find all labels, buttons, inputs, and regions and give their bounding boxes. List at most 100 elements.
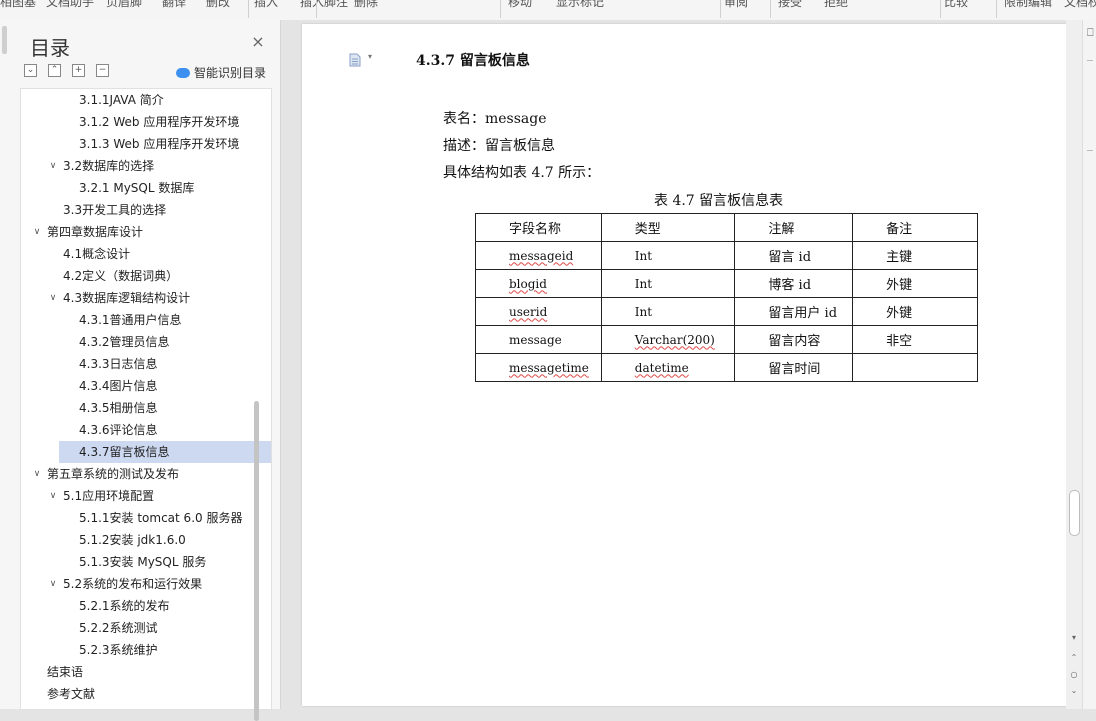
toolbar-item[interactable]: 文档权 [1064, 0, 1096, 10]
expand-all-icon[interactable]: ⌃ [48, 64, 61, 77]
next-page-icon[interactable]: ⌄ [1069, 686, 1079, 695]
chevron-down-icon[interactable]: ∨ [32, 463, 42, 485]
toolbar-item[interactable]: 移动 [508, 0, 532, 10]
nav-title: 目录 [30, 36, 70, 60]
toc-item-label: 5.2系统的发布和运行效果 [63, 577, 203, 591]
cell-text: messagetime [509, 360, 589, 375]
toc-item[interactable]: 5.2.3系统维护 [21, 639, 271, 661]
document-area: ▾ 4.3.7 留言板信息 表名：message 描述：留言板信息 具体结构如表… [281, 20, 1068, 709]
toc-item-label: 4.2定义（数据词典） [63, 269, 179, 283]
toc-item[interactable]: 参考文献 [21, 683, 271, 705]
toc-item-label: 4.3.7留言板信息 [79, 445, 170, 459]
toolbar-item[interactable]: 删除 [354, 0, 378, 10]
table-cell: 博客 id [734, 269, 854, 298]
toc-item-label: 5.2.2系统测试 [79, 621, 158, 635]
toolbar-item[interactable]: 相图基 [0, 0, 36, 10]
select-browse-icon[interactable]: ○ [1069, 670, 1079, 679]
toc-item-label: 4.1概念设计 [63, 247, 131, 261]
toolbar-item[interactable]: 翻译 [162, 0, 186, 10]
chevron-down-icon[interactable]: ∨ [32, 221, 42, 243]
toc-item[interactable]: 5.2.1系统的发布 [21, 595, 271, 617]
field-table: 字段名称 类型 注解 备注 messageid Int 留言 id 主键 blo… [475, 213, 978, 382]
toolbar-item[interactable]: 比较 [944, 0, 968, 10]
toc-item[interactable]: 5.1.3安装 MySQL 服务 [21, 551, 271, 573]
toc-item[interactable]: 4.3.5相册信息 [21, 397, 271, 419]
chevron-down-icon[interactable]: ∨ [48, 155, 58, 177]
toc-item[interactable]: 4.1概念设计 [21, 243, 271, 265]
remove-heading-icon[interactable]: − [96, 64, 109, 77]
toolbar-item[interactable]: 接受 [778, 0, 802, 10]
table-cell: Int [600, 297, 736, 326]
toc-item[interactable]: 3.2.1 MySQL 数据库 [21, 177, 271, 199]
toc-item[interactable]: ∨ 5.2系统的发布和运行效果 [21, 573, 271, 595]
toolbar-item[interactable]: 页眉脚 [106, 0, 142, 10]
toc-item-label: 3.2.1 MySQL 数据库 [79, 181, 195, 195]
toc-item[interactable]: 5.1.1安装 tomcat 6.0 服务器 [21, 507, 271, 529]
cell-text: datetime [634, 360, 689, 375]
table-cell: blogid [475, 269, 602, 298]
smart-toc-button[interactable]: 智能识别目录 [176, 64, 266, 81]
close-icon[interactable]: × [250, 34, 266, 50]
toolbar-item[interactable]: 文档助手 [46, 0, 94, 10]
document-outline-icon[interactable] [348, 53, 362, 67]
toc-item[interactable]: 4.3.6评论信息 [21, 419, 271, 441]
toc-item-label: 4.3.1普通用户信息 [79, 313, 182, 327]
smart-toc-label: 智能识别目录 [194, 66, 267, 80]
toc-item-label: 4.3数据库逻辑结构设计 [63, 291, 191, 305]
toolbar-item[interactable]: 插入 [254, 0, 278, 10]
toc-item[interactable]: 5.2.2系统测试 [21, 617, 271, 639]
pane-grip[interactable] [2, 26, 7, 54]
toc-item[interactable]: ∨ 5.1应用环境配置 [21, 485, 271, 507]
toc-item[interactable]: ∨ 4.3数据库逻辑结构设计 [21, 287, 271, 309]
scroll-down-icon[interactable]: ▾ [1069, 633, 1079, 642]
toc-item[interactable]: 3.3开发工具的选择 [21, 199, 271, 221]
toc-item[interactable]: 5.1.2安装 jdk1.6.0 [21, 529, 271, 551]
toolbar-item[interactable]: 审阅 [724, 0, 748, 10]
toolbar-separator [316, 0, 317, 18]
toc-item[interactable]: ∨ 第四章数据库设计 [21, 221, 271, 243]
toc-item-label: 3.1.3 Web 应用程序开发环境 [79, 137, 240, 151]
toc-item[interactable]: 4.3.3日志信息 [21, 353, 271, 375]
table-cell: userid [475, 297, 602, 326]
toc-scrollbar[interactable] [254, 401, 259, 721]
add-heading-icon[interactable]: + [72, 64, 85, 77]
chevron-down-icon[interactable]: ∨ [48, 573, 58, 595]
top-toolbar: 相图基 文档助手 页眉脚 翻译 删改 插入 插入脚注 删除 移动 显示标记 审阅 接受 拒绝 比较 限制编辑… [0, 0, 1096, 21]
prev-page-icon[interactable]: ⌃ [1069, 653, 1079, 662]
table-header-cell: 注解 [734, 213, 854, 242]
chevron-down-icon[interactable]: ▾ [368, 52, 372, 61]
toolbar-item[interactable]: 显示标记 [556, 0, 604, 10]
toc-item[interactable]: 4.3.2管理员信息 [21, 331, 271, 353]
toolbar-item[interactable]: 限制编辑 [1004, 0, 1052, 10]
chevron-down-icon[interactable]: ∨ [48, 485, 58, 507]
toc-item[interactable]: ∨ 第五章系统的测试及发布 [21, 463, 271, 485]
divider [1087, 60, 1093, 61]
chevron-down-icon[interactable]: ∨ [48, 287, 58, 309]
scrollbar-thumb[interactable] [1069, 490, 1080, 536]
toc-item[interactable]: 4.3.7留言板信息 [59, 441, 271, 463]
toc-item[interactable]: 4.2定义（数据词典） [21, 265, 271, 287]
toolbar-item[interactable]: 删改 [206, 0, 230, 10]
toc-item-label: 4.3.2管理员信息 [79, 335, 170, 349]
toc-item[interactable]: 3.1.2 Web 应用程序开发环境 [21, 111, 271, 133]
toolbar-item[interactable]: 拒绝 [824, 0, 848, 10]
toc-item[interactable]: ∨ 3.2数据库的选择 [21, 155, 271, 177]
table-row: messageid Int 留言 id 主键 [475, 241, 978, 270]
task-pane-strip[interactable]: ⎕ [1082, 20, 1096, 709]
collapse-all-icon[interactable]: ⌄ [24, 64, 37, 77]
toolbar-item[interactable]: 插入脚注 [300, 0, 348, 10]
toc-item[interactable]: 4.3.4图片信息 [21, 375, 271, 397]
toc-item[interactable]: 结束语 [21, 661, 271, 683]
table-cell: 外键 [852, 269, 978, 298]
toc-item[interactable]: 4.3.1普通用户信息 [21, 309, 271, 331]
toc-item[interactable]: 3.1.1JAVA 简介 [21, 89, 271, 111]
document-scrollbar[interactable]: ▾ ⌃ ○ ⌄ [1066, 20, 1082, 709]
toc-item-label: 5.2.1系统的发布 [79, 599, 170, 613]
table-cell: 留言 id [734, 241, 854, 270]
toolbar-separator [940, 0, 941, 18]
toc-item[interactable]: 3.1.3 Web 应用程序开发环境 [21, 133, 271, 155]
toc-item-label: 5.1应用环境配置 [63, 489, 155, 503]
toolbar-separator [248, 0, 249, 18]
table-cell: 留言用户 id [734, 297, 854, 326]
table-cell: Varchar(200) [600, 325, 736, 354]
